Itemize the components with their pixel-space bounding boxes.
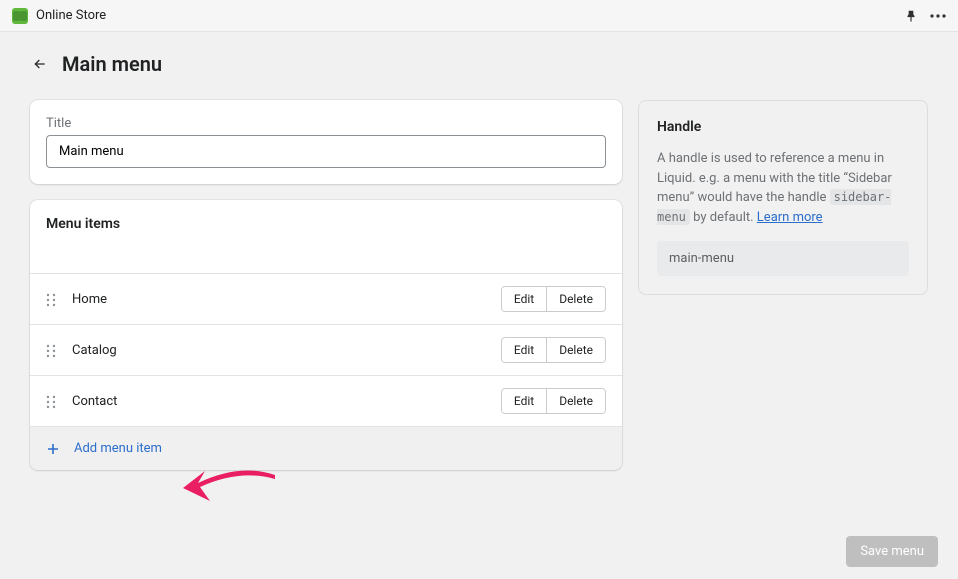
menu-items-card: Menu items Home Edit Delete [30,200,622,470]
page-header: Main menu [30,52,928,76]
topbar-right [904,9,946,23]
handle-desc-post: by default. [690,210,757,225]
title-card: Title [30,100,622,184]
handle-card: Handle A handle is used to reference a m… [638,100,928,295]
title-label: Title [46,116,606,131]
delete-button[interactable]: Delete [546,389,605,413]
drag-handle-icon[interactable] [46,292,60,306]
page-content: Main menu Title Menu items Home Edit Del… [0,32,958,506]
delete-button[interactable]: Delete [546,287,605,311]
menu-item-actions: Edit Delete [501,388,606,414]
menu-item-label: Catalog [72,343,501,358]
edit-button[interactable]: Edit [502,287,546,311]
edit-button[interactable]: Edit [502,338,546,362]
topbar: Online Store [0,0,958,32]
add-menu-item-label: Add menu item [74,441,162,456]
drag-handle-icon[interactable] [46,343,60,357]
title-input[interactable] [46,135,606,168]
delete-button[interactable]: Delete [546,338,605,362]
menu-items-spacer [30,244,622,274]
save-bar: Save menu [846,536,938,567]
plus-icon [46,442,60,456]
app-icon [12,8,28,24]
side-column: Handle A handle is used to reference a m… [638,100,928,486]
handle-value[interactable]: main-menu [657,241,909,276]
menu-item-actions: Edit Delete [501,337,606,363]
handle-description: A handle is used to reference a menu in … [657,149,909,227]
menu-item-actions: Edit Delete [501,286,606,312]
main-column: Title Menu items Home Edit Delete [30,100,622,486]
learn-more-link[interactable]: Learn more [757,210,823,225]
page-title: Main menu [62,52,162,76]
more-icon[interactable] [930,14,946,18]
menu-item-row: Home Edit Delete [30,274,622,325]
topbar-left: Online Store [12,8,106,24]
add-menu-item-button[interactable]: Add menu item [30,427,622,470]
edit-button[interactable]: Edit [502,389,546,413]
menu-item-row: Catalog Edit Delete [30,325,622,376]
drag-handle-icon[interactable] [46,394,60,408]
menu-item-row: Contact Edit Delete [30,376,622,427]
layout: Title Menu items Home Edit Delete [30,100,928,486]
back-arrow-icon[interactable] [30,54,50,74]
menu-items-heading: Menu items [30,200,622,244]
menu-item-label: Contact [72,394,501,409]
app-name: Online Store [36,8,106,23]
handle-title: Handle [657,119,909,135]
save-button[interactable]: Save menu [846,536,938,567]
pin-icon[interactable] [904,9,918,23]
menu-item-label: Home [72,292,501,307]
